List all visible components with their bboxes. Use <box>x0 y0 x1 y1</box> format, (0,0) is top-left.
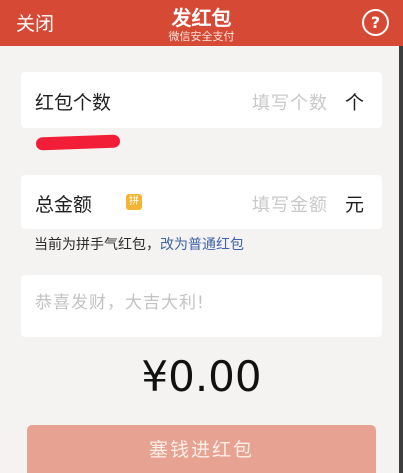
total-amount-unit: 元 <box>344 194 364 216</box>
packet-count-field[interactable]: 红包个数 填写个数 个 <box>21 72 382 128</box>
redaction-mark <box>35 134 121 151</box>
blessing-input[interactable] <box>35 288 365 318</box>
submit-button[interactable]: 塞钱进红包 <box>27 425 376 473</box>
packet-count-unit: 个 <box>344 92 364 114</box>
total-amount-input[interactable]: 填写金额 <box>252 191 328 217</box>
screen-edge <box>399 46 403 473</box>
lucky-mode-badge: 拼 <box>126 194 142 210</box>
total-amount-label: 总金额 <box>35 194 93 216</box>
blessing-field <box>21 275 382 337</box>
mode-info: 当前为拼手气红包，改为普通红包 <box>34 234 244 254</box>
top-bar: 关闭 发红包 微信安全支付 ? <box>0 0 403 46</box>
page-title: 发红包 <box>171 6 232 30</box>
help-icon[interactable]: ? <box>362 9 389 36</box>
total-amount-field[interactable]: 总金额 拼 填写金额 元 <box>21 175 382 229</box>
total-amount-display: ¥0.00 <box>141 352 262 401</box>
page-subtitle: 微信安全支付 <box>168 30 235 43</box>
packet-count-input[interactable]: 填写个数 <box>252 89 328 115</box>
switch-to-normal-link[interactable]: 改为普通红包 <box>160 237 244 253</box>
red-packet-screen: 关闭 发红包 微信安全支付 ? 红包个数 填写个数 个 总金额 拼 填写金额 元… <box>0 0 403 473</box>
packet-count-label: 红包个数 <box>35 92 112 114</box>
mode-info-text: 当前为拼手气红包， <box>34 237 160 253</box>
